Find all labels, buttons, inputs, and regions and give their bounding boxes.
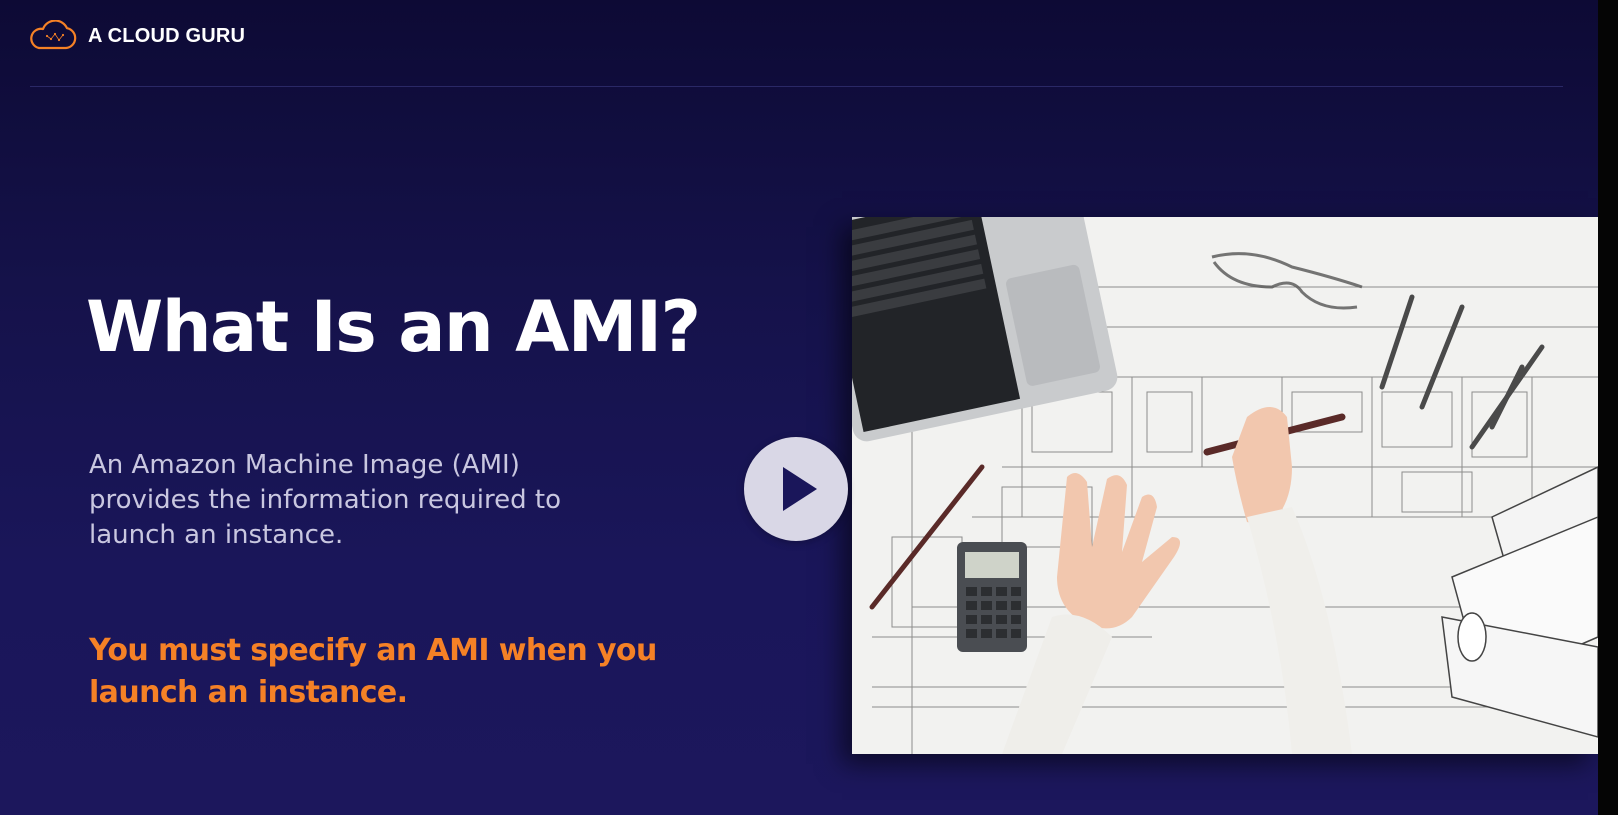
cloud-guru-logo-icon	[30, 20, 77, 50]
brand-name: A CLOUD GURU	[88, 24, 246, 47]
calculator	[957, 542, 1027, 652]
slide-title: What Is an AMI?	[86, 286, 701, 368]
brand-logo[interactable]: A CLOUD GURU	[26, 18, 245, 54]
lesson-slide: A CLOUD GURU What Is an AMI? An Amazon M…	[0, 0, 1598, 815]
slide-description: An Amazon Machine Image (AMI) provides t…	[89, 450, 562, 550]
play-button[interactable]	[744, 437, 848, 541]
video-thumbnail[interactable]	[852, 217, 1598, 754]
slide-highlight: You must specify an AMI when you launch …	[89, 633, 657, 710]
blueprint-illustration	[852, 217, 1598, 754]
play-icon	[783, 467, 817, 511]
header-divider	[30, 86, 1563, 87]
window-edge	[1598, 0, 1618, 815]
